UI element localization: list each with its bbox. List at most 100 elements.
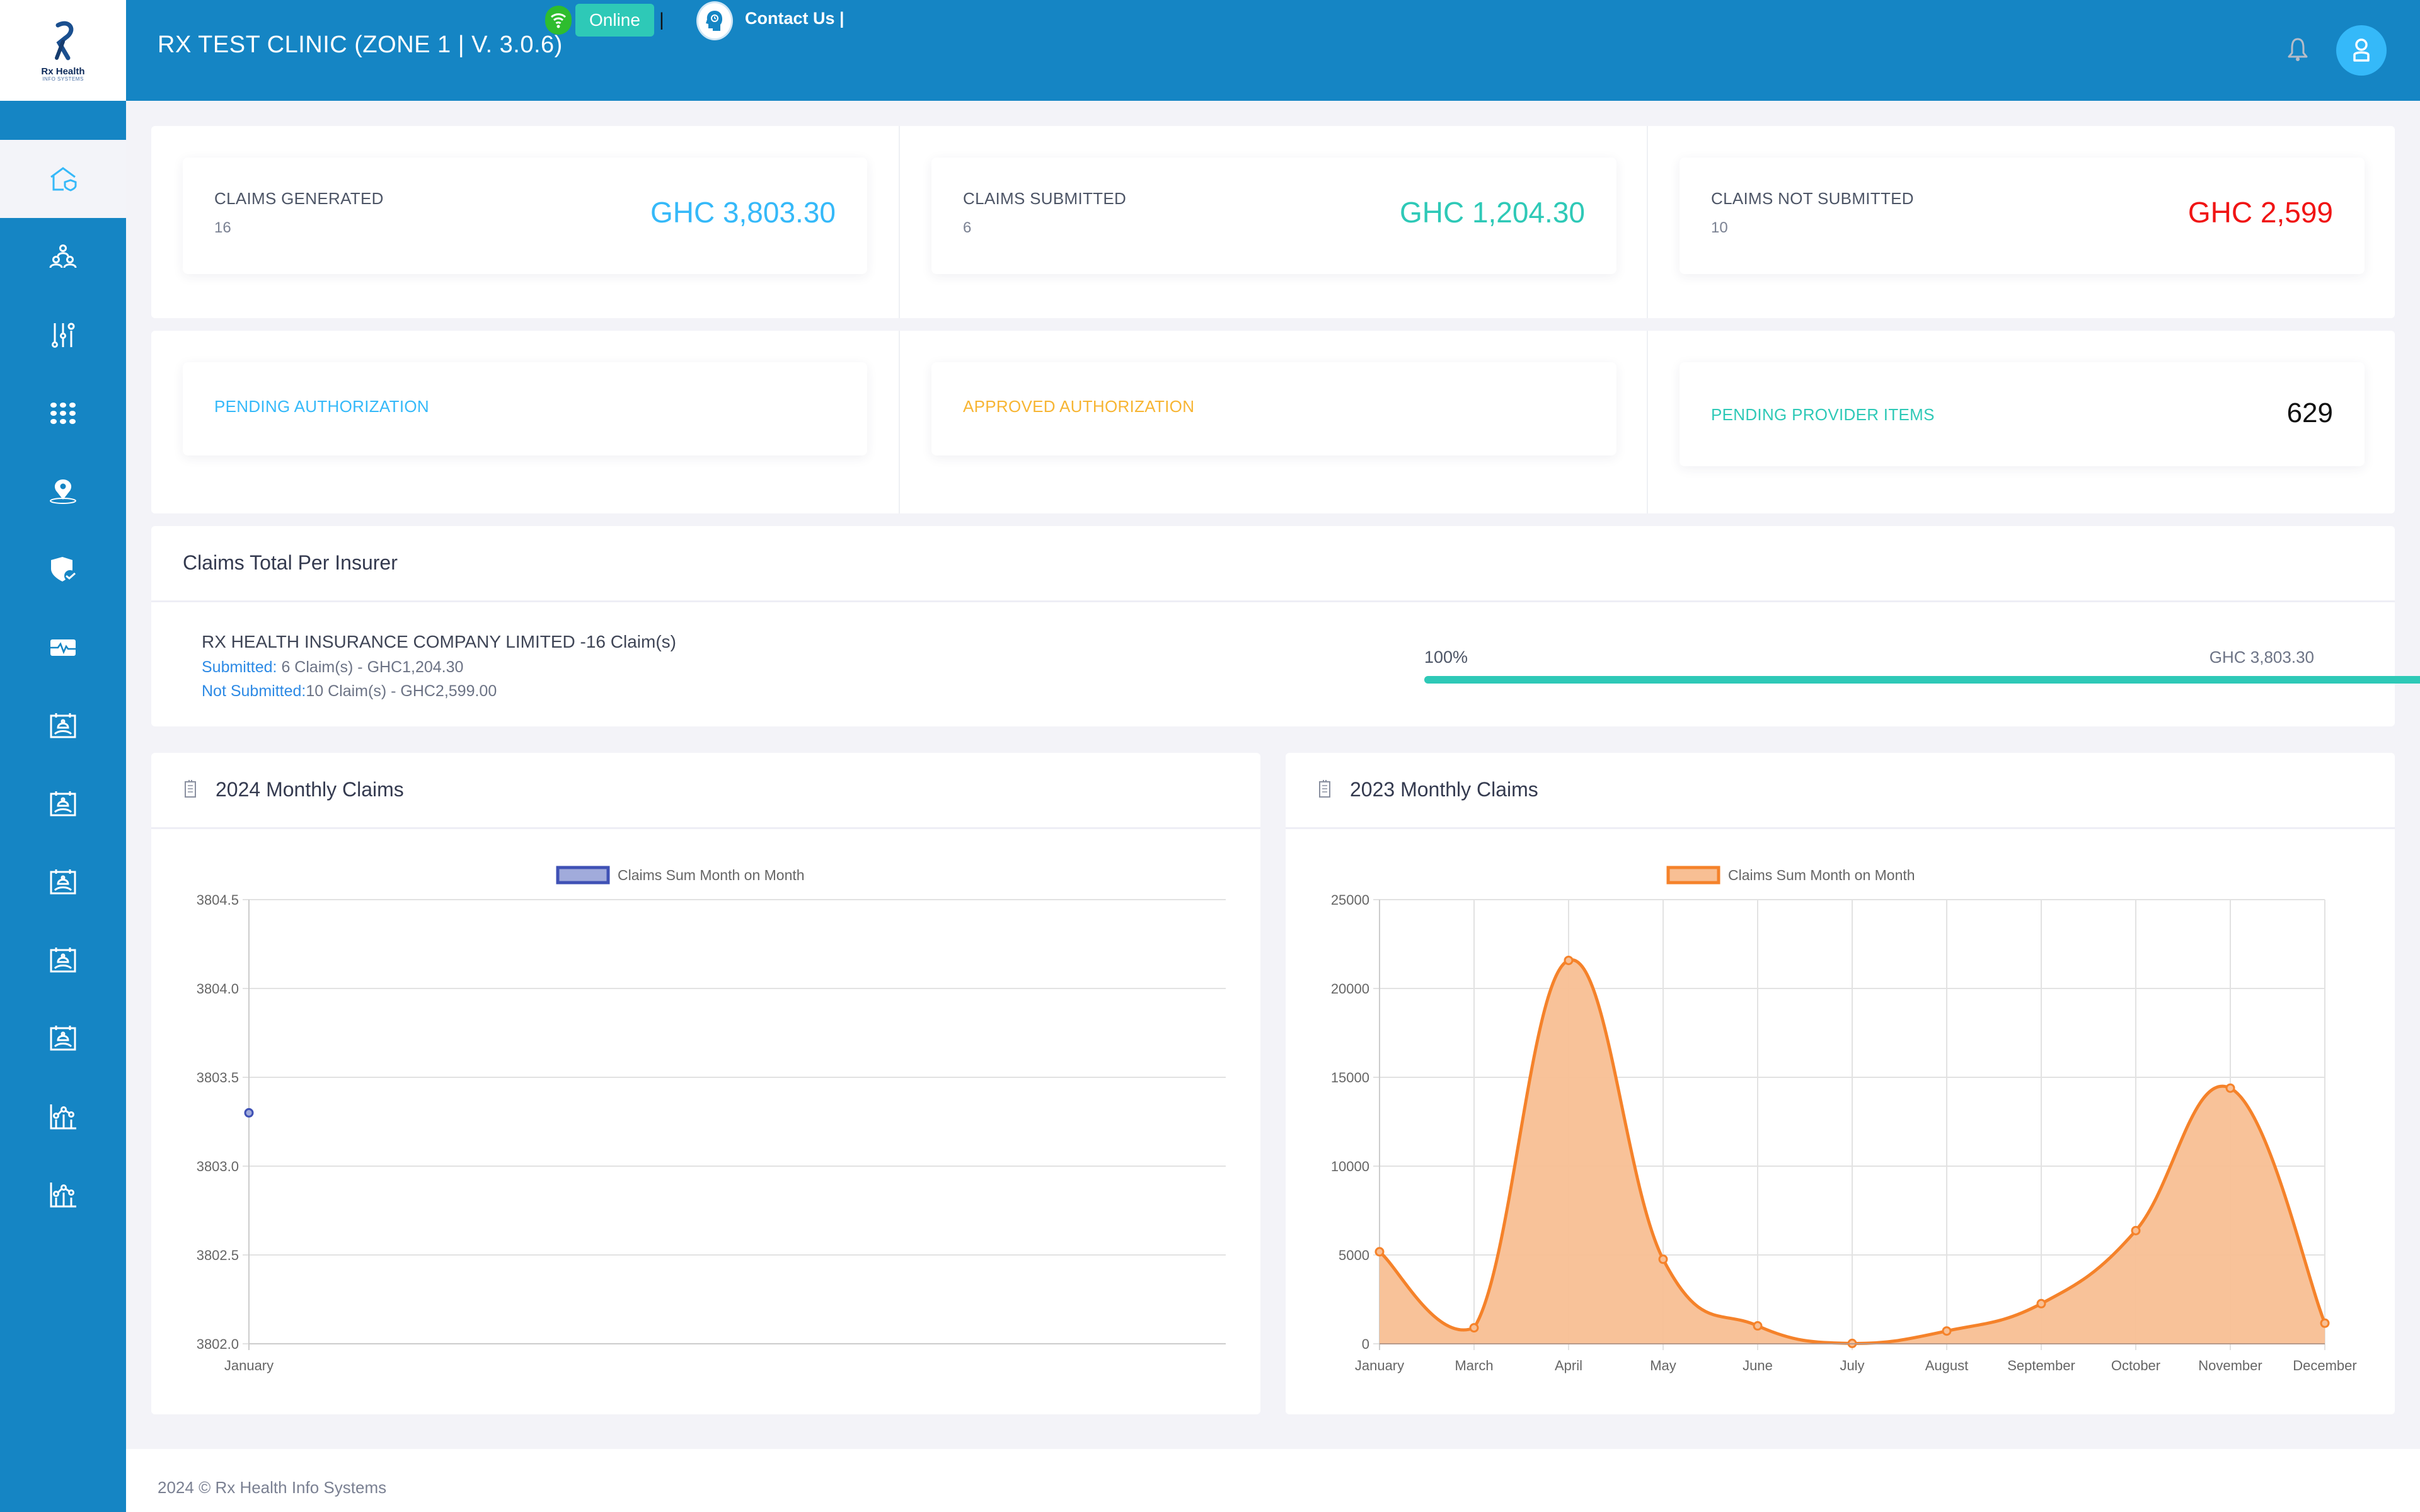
- x-tick-label: April: [1555, 1358, 1582, 1373]
- y-tick-label: 3804.0: [197, 981, 239, 997]
- stat-label: CLAIMS NOT SUBMITTED: [1711, 189, 1914, 208]
- sidebar-item-home[interactable]: [0, 140, 126, 218]
- data-point: [2036, 1298, 2046, 1309]
- stat-count: 6: [963, 219, 972, 236]
- sidebar-item-patients-4[interactable]: [0, 921, 126, 999]
- chart-title: 2024 Monthly Claims: [216, 778, 404, 801]
- legend-swatch: [1666, 866, 1720, 885]
- sidebar-item-locations[interactable]: [0, 452, 126, 530]
- y-tick-label: 10000: [1331, 1159, 1369, 1174]
- stat-count: 16: [214, 219, 231, 236]
- insurer-progress-bar: [1424, 676, 2420, 684]
- stat-label: CLAIMS GENERATED: [214, 189, 384, 208]
- patient-card-icon: [50, 791, 76, 816]
- x-tick-label: December: [2293, 1358, 2356, 1373]
- stat-column: PENDING PROVIDER ITEMS 629: [1647, 331, 2395, 513]
- stat-label: APPROVED AUTHORIZATION: [963, 397, 1195, 416]
- shield-check-icon: [51, 557, 76, 581]
- insurer-total: GHC 3,803.30: [2209, 648, 2314, 667]
- app-logo[interactable]: Rx Health INFO SYSTEMS: [0, 0, 126, 101]
- legend-label: Claims Sum Month on Month: [1728, 867, 1915, 883]
- data-point: [2320, 1318, 2330, 1328]
- sidebar-item-reports-1[interactable]: [0, 1077, 126, 1155]
- line-chart-2024: Claims Sum Month on Month 3802.0 3802.5 380…: [197, 866, 1226, 1373]
- x-tick-label: March: [1455, 1358, 1493, 1373]
- y-tick-label: 3802.0: [197, 1336, 239, 1352]
- stat-value: GHC 1,204.30: [1399, 196, 1585, 229]
- y-tick-label: 20000: [1331, 981, 1369, 997]
- insurer-percent: 100%: [1424, 648, 1468, 667]
- sidebar-item-vitals[interactable]: [0, 609, 126, 687]
- x-tick-label: July: [1840, 1358, 1864, 1373]
- insurer-row: RX HEALTH INSURANCE COMPANY LIMITED -16 …: [151, 600, 2420, 726]
- sidebar-item-apps[interactable]: [0, 374, 126, 452]
- contact-us-link[interactable]: Contact Us |: [745, 9, 844, 28]
- approved-authorization-card[interactable]: APPROVED AUTHORIZATION: [931, 362, 1616, 455]
- legend-swatch: [556, 866, 610, 885]
- panel-title: Claims Total Per Insurer: [183, 551, 398, 574]
- stat-column: CLAIMS SUBMITTED 6 GHC 1,204.30: [899, 126, 1647, 318]
- home-icon: [50, 167, 77, 192]
- patient-card-icon: [50, 869, 76, 895]
- analytics-chart-icon: [50, 1104, 76, 1130]
- user-icon: [2353, 38, 2370, 62]
- data-point: [2131, 1225, 2141, 1235]
- apps-grid-icon: [50, 403, 76, 424]
- y-tick-label: 5000: [1339, 1247, 1369, 1263]
- patient-card-icon: [50, 948, 76, 973]
- y-tick-label: 3803.0: [197, 1159, 239, 1174]
- sidebar-item-patients-1[interactable]: [0, 687, 126, 765]
- pending-provider-items-card[interactable]: PENDING PROVIDER ITEMS 629: [1680, 362, 2365, 466]
- y-tick-label: 3802.5: [197, 1247, 239, 1263]
- claims-generated-card[interactable]: CLAIMS GENERATED 16 GHC 3,803.30: [183, 158, 867, 274]
- sidebar-item-patients-2[interactable]: [0, 765, 126, 843]
- claims-submitted-card[interactable]: CLAIMS SUBMITTED 6 GHC 1,204.30: [931, 158, 1616, 274]
- footer: [126, 1449, 2420, 1512]
- chart-legend: Claims Sum Month on Month: [556, 866, 805, 885]
- insurer-name: RX HEALTH INSURANCE COMPANY LIMITED -16 …: [202, 632, 676, 651]
- sidebar-item-settings[interactable]: [0, 296, 126, 374]
- data-point: [1942, 1326, 1952, 1336]
- sliders-icon: [52, 323, 75, 348]
- stat-value: GHC 2,599: [2187, 196, 2333, 229]
- sidebar-item-patients-3[interactable]: [0, 843, 126, 921]
- data-point: [2225, 1083, 2235, 1093]
- claims-not-submitted-card[interactable]: CLAIMS NOT SUBMITTED 10 GHC 2,599: [1680, 158, 2365, 274]
- building-icon: [1319, 780, 1330, 798]
- stat-column: CLAIMS GENERATED 16 GHC 3,803.30: [151, 126, 899, 318]
- x-tick-label: October: [2111, 1358, 2160, 1373]
- data-point: [1469, 1323, 1479, 1333]
- logo-mark-icon: [55, 21, 74, 60]
- logo-subtext: INFO SYSTEMS: [42, 76, 84, 82]
- pending-authorization-card[interactable]: PENDING AUTHORIZATION: [183, 362, 867, 455]
- sidebar-item-insurance[interactable]: [0, 530, 126, 609]
- sidebar-item-patients-5[interactable]: [0, 999, 126, 1077]
- legend-label: Claims Sum Month on Month: [618, 867, 805, 883]
- sidebar-item-users[interactable]: [0, 218, 126, 296]
- x-tick-label: August: [1925, 1358, 1969, 1373]
- bell-icon[interactable]: [2286, 37, 2309, 62]
- x-tick-label: January: [224, 1358, 274, 1373]
- stat-count: 10: [1711, 219, 1728, 236]
- claims-stats-panel: CLAIMS GENERATED 16 GHC 3,803.30 CLAIMS …: [151, 126, 2395, 318]
- app-title: RX TEST CLINIC (ZONE 1 | V. 3.0.6): [158, 32, 563, 58]
- user-avatar-button[interactable]: [2336, 25, 2387, 76]
- x-tick-label: January: [1355, 1358, 1404, 1373]
- stat-column: PENDING AUTHORIZATION: [151, 331, 899, 513]
- contact-support-icon[interactable]: [696, 1, 733, 40]
- building-icon: [185, 780, 196, 798]
- users-group-icon: [49, 244, 77, 268]
- sidebar-item-reports-2[interactable]: [0, 1155, 126, 1234]
- y-tick-label: 25000: [1331, 892, 1369, 908]
- patient-card-icon: [50, 1026, 76, 1051]
- insurer-progress-fill: [1424, 676, 2420, 684]
- connection-status: Online |: [545, 4, 664, 37]
- logo-text: Rx Health: [41, 66, 85, 77]
- wifi-icon: [545, 6, 572, 35]
- sidebar: [0, 101, 126, 1512]
- patient-card-icon: [50, 713, 76, 738]
- stat-column: APPROVED AUTHORIZATION: [899, 331, 1647, 513]
- chart-card-2023: 2023 Monthly Claims Claims Sum Month on …: [1286, 753, 2395, 1414]
- data-point: [1753, 1321, 1763, 1331]
- x-tick-label: November: [2198, 1358, 2262, 1373]
